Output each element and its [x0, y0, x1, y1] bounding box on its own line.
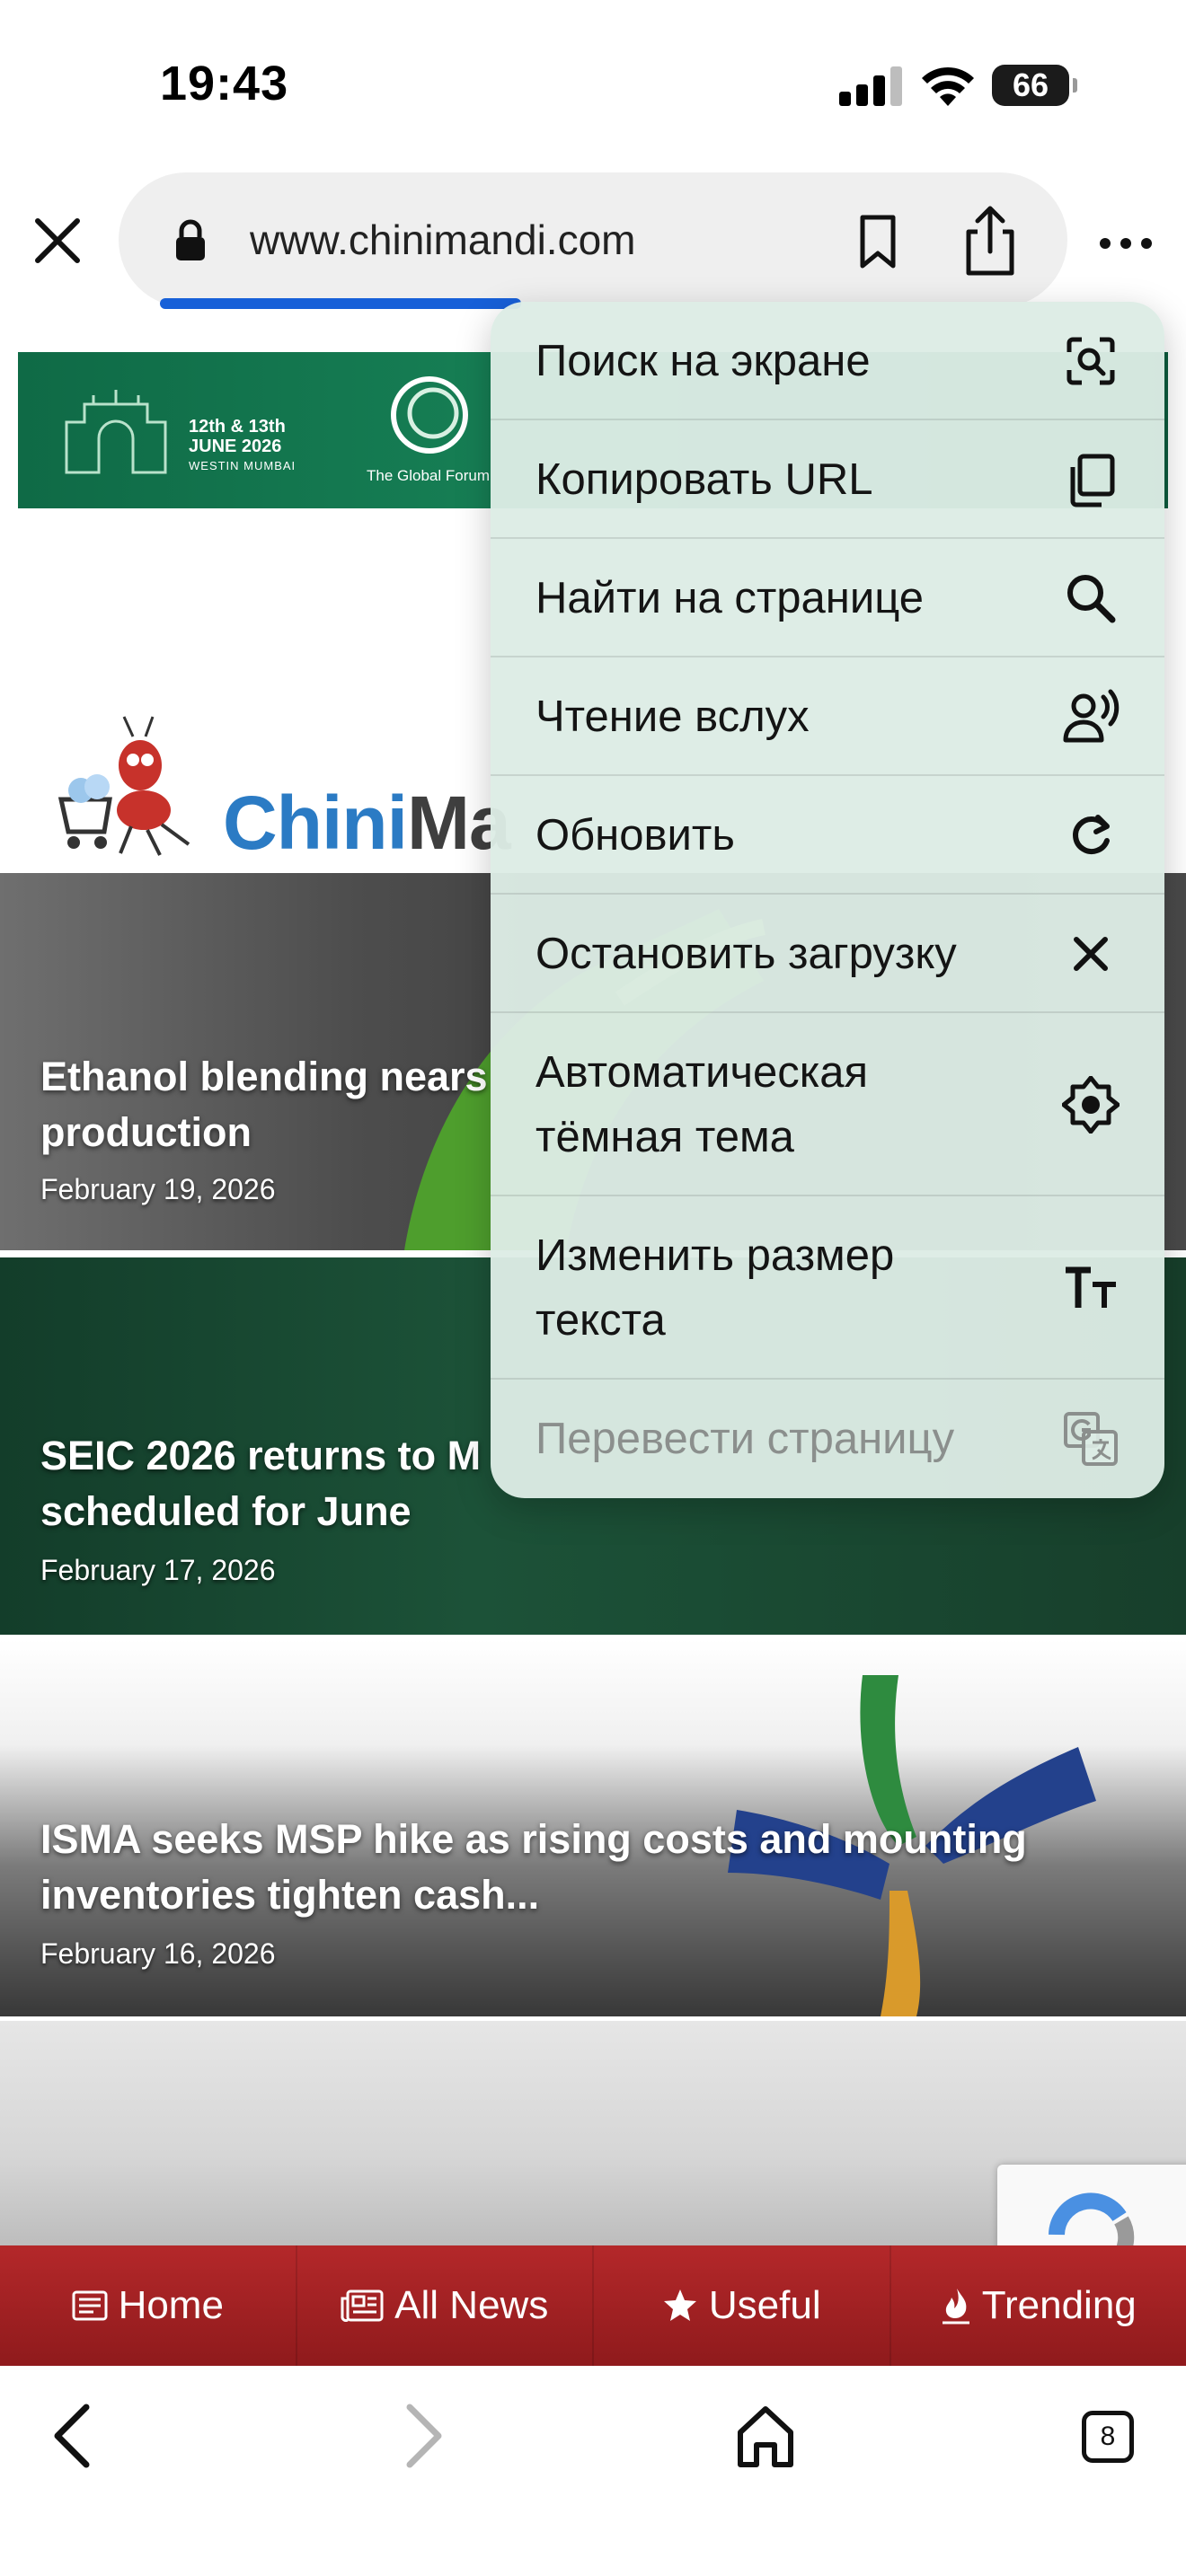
- translate-icon: [1064, 1412, 1118, 1466]
- logo-part-chini: Chini: [223, 781, 408, 865]
- article-title[interactable]: SEIC 2026 returns to M scheduled for Jun…: [40, 1428, 481, 1539]
- article-title-line2[interactable]: scheduled for June: [40, 1484, 481, 1539]
- article-title-line2[interactable]: production: [40, 1105, 488, 1160]
- article-title-line1[interactable]: SEIC 2026 returns to M: [40, 1428, 481, 1484]
- site-logo-text: ChiniMa: [223, 780, 511, 867]
- site-bottom-nav: Home All News Useful Trending: [0, 2245, 1186, 2366]
- banner-date-line2: JUNE 2026: [189, 437, 282, 456]
- site-nav-useful[interactable]: Useful: [592, 2245, 890, 2366]
- url-text[interactable]: www.chinimandi.com: [250, 216, 635, 264]
- close-icon: [1074, 937, 1108, 971]
- site-logo[interactable]: ChiniMa: [54, 710, 557, 865]
- menu-item-stop-loading[interactable]: Остановить загрузку: [491, 895, 1164, 1013]
- status-bar: 19:43 66: [0, 0, 1186, 171]
- article-title-line1[interactable]: ISMA seeks MSP hike as rising costs and …: [40, 1812, 1027, 1867]
- star-icon: [663, 2289, 696, 2321]
- lock-icon: [176, 219, 205, 260]
- menu-item-label-line1[interactable]: Автоматическая: [535, 1040, 868, 1105]
- banner-venue: WESTIN MUMBAI: [189, 459, 296, 472]
- menu-item-label[interactable]: Автоматическая тёмная тема: [535, 1040, 868, 1169]
- site-nav-all-news[interactable]: All News: [295, 2245, 593, 2366]
- loading-progress: [160, 298, 521, 309]
- address-bar[interactable]: www.chinimandi.com: [119, 172, 1067, 307]
- banner-date-line1: 12th & 13th: [189, 417, 286, 437]
- menu-item-find-in-page[interactable]: Найти на странице: [491, 539, 1164, 657]
- forum-logo-icon: [391, 376, 468, 454]
- article-title[interactable]: Ethanol blending nears production: [40, 1049, 488, 1160]
- site-nav-useful-label[interactable]: Useful: [709, 2283, 821, 2328]
- menu-item-screen-search[interactable]: Поиск на экране: [491, 302, 1164, 420]
- bookmark-icon[interactable]: [846, 210, 909, 273]
- menu-item-label[interactable]: Поиск на экране: [535, 329, 871, 393]
- article-title[interactable]: ISMA seeks MSP hike as rising costs and …: [40, 1812, 1027, 1923]
- menu-item-label[interactable]: Чтение вслух: [535, 684, 810, 749]
- article-date: February 16, 2026: [40, 1937, 276, 1970]
- menu-item-reload[interactable]: Обновить: [491, 776, 1164, 895]
- menu-item-label-line2[interactable]: текста: [535, 1288, 894, 1353]
- menu-item-text-size[interactable]: Изменить размер текста: [491, 1196, 1164, 1380]
- banner-forum: The Global Forum: [367, 467, 490, 484]
- article-card[interactable]: ISMA seeks MSP hike as rising costs and …: [0, 1639, 1186, 2016]
- menu-item-label[interactable]: Копировать URL: [535, 447, 872, 512]
- article-title-line2[interactable]: inventories tighten cash...: [40, 1867, 1027, 1923]
- close-icon[interactable]: [25, 208, 90, 273]
- site-nav-home-label[interactable]: Home: [119, 2283, 224, 2328]
- menu-item-read-aloud[interactable]: Чтение вслух: [491, 657, 1164, 776]
- menu-item-translate-page: Перевести страницу: [491, 1380, 1164, 1498]
- menu-item-label[interactable]: Найти на странице: [535, 566, 924, 631]
- read-aloud-icon: [1063, 689, 1120, 743]
- menu-item-label: Перевести страницу: [535, 1415, 955, 1463]
- site-nav-home[interactable]: Home: [0, 2245, 296, 2366]
- site-nav-all-news-label[interactable]: All News: [394, 2283, 548, 2328]
- text-size-icon: [1066, 1266, 1116, 1308]
- wifi-icon: [922, 66, 974, 106]
- browser-toolbar: 8: [0, 2366, 1186, 2576]
- banner-date: 12th & 13th JUNE 2026 WESTIN MUMBAI: [189, 417, 296, 476]
- status-time: 19:43: [160, 57, 289, 110]
- share-icon[interactable]: [954, 203, 1026, 278]
- article-date: February 19, 2026: [40, 1173, 276, 1205]
- site-nav-trending-label[interactable]: Trending: [982, 2283, 1137, 2328]
- site-nav-trending[interactable]: Trending: [889, 2245, 1186, 2366]
- lens-search-icon: [1067, 337, 1115, 385]
- article-title-line1[interactable]: Ethanol blending nears: [40, 1049, 488, 1105]
- gateway-of-india-icon: [65, 390, 167, 474]
- menu-item-copy-url[interactable]: Копировать URL: [491, 420, 1164, 539]
- dark-theme-icon: [1062, 1076, 1120, 1134]
- newspaper-icon: [72, 2290, 108, 2321]
- home-icon[interactable]: [722, 2393, 809, 2479]
- battery-indicator: 66: [992, 65, 1077, 106]
- more-options-icon[interactable]: [1093, 212, 1159, 275]
- back-icon[interactable]: [32, 2393, 119, 2479]
- menu-item-label[interactable]: Обновить: [535, 803, 735, 868]
- cellular-signal-icon: [839, 66, 902, 106]
- news-icon: [341, 2289, 384, 2322]
- tab-switcher-button[interactable]: 8: [1082, 2411, 1134, 2463]
- copy-icon: [1070, 454, 1115, 507]
- fire-icon: [942, 2289, 969, 2325]
- menu-item-label-line2[interactable]: тёмная тема: [535, 1105, 868, 1169]
- menu-item-auto-dark-theme[interactable]: Автоматическая тёмная тема: [491, 1013, 1164, 1196]
- reload-icon: [1073, 815, 1110, 854]
- ant-mascot-icon: [58, 716, 190, 856]
- forward-icon[interactable]: [377, 2393, 464, 2479]
- menu-item-label[interactable]: Остановить загрузку: [535, 922, 957, 986]
- menu-item-label[interactable]: Изменить размер текста: [535, 1223, 894, 1353]
- article-date: February 17, 2026: [40, 1554, 276, 1586]
- overflow-menu: Поиск на экране Копировать URL Найти на …: [491, 302, 1164, 1498]
- search-icon: [1067, 575, 1116, 623]
- menu-item-label-line1[interactable]: Изменить размер: [535, 1223, 894, 1288]
